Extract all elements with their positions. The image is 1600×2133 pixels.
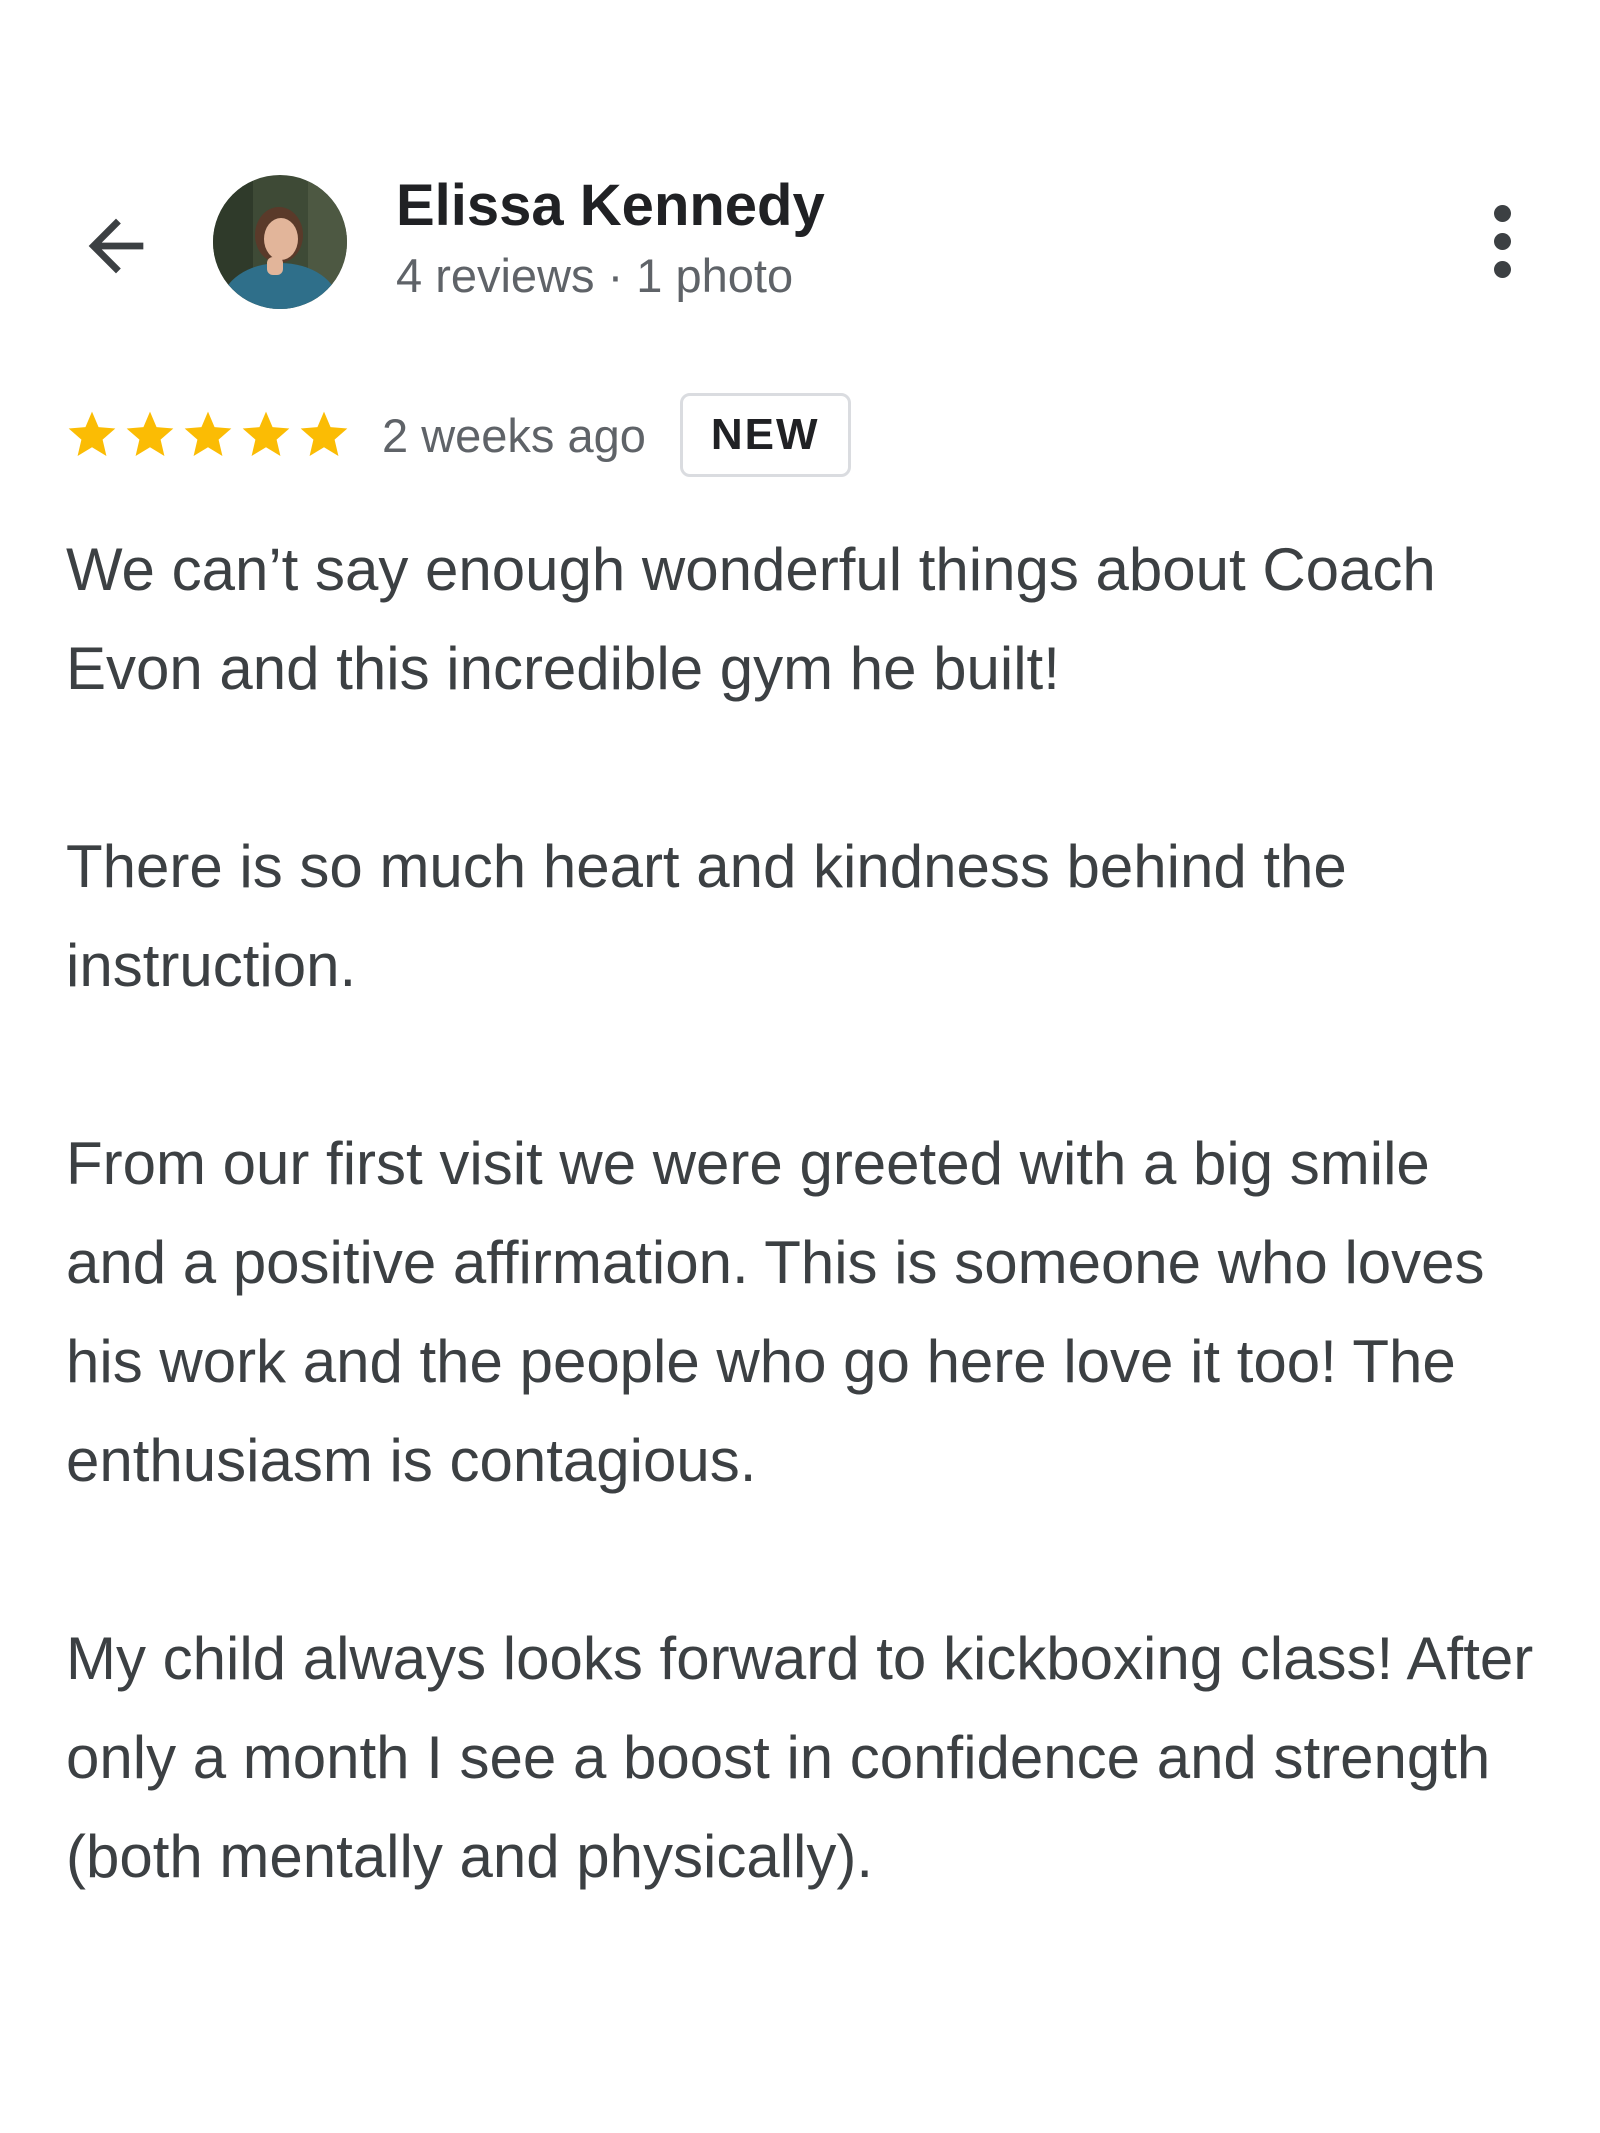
more-vert-icon-dot	[1493, 260, 1511, 278]
more-vert-icon	[1493, 204, 1511, 222]
arrow-back-icon	[88, 218, 144, 274]
review-paragraph: There is so much heart and kindness behi…	[66, 833, 1347, 999]
star-icon	[64, 407, 120, 463]
review-paragraph: From our first visit we were greeted wit…	[66, 1130, 1485, 1494]
review-text: We can’t say enough wonderful things abo…	[66, 520, 1536, 1906]
author-name[interactable]: Elissa Kennedy	[396, 172, 825, 239]
new-badge: NEW	[679, 393, 851, 477]
star-icon	[238, 407, 294, 463]
star-rating	[64, 407, 352, 463]
star-icon	[180, 407, 236, 463]
review-header: Elissa Kennedy 4 reviews · 1 photo	[0, 0, 1600, 340]
review-time: 2 weeks ago	[382, 408, 646, 462]
rating-row: 2 weeks ago NEW	[64, 390, 851, 480]
back-button[interactable]	[66, 196, 166, 296]
more-options-button[interactable]	[1462, 196, 1542, 286]
avatar[interactable]	[213, 175, 347, 309]
star-icon	[122, 407, 178, 463]
profile-photo	[213, 175, 347, 309]
more-vert-icon-dot	[1493, 232, 1511, 250]
author-meta: 4 reviews · 1 photo	[396, 249, 794, 302]
star-icon	[296, 407, 352, 463]
review-paragraph: My child always looks forward to kickbox…	[66, 1625, 1534, 1890]
review-paragraph: We can’t say enough wonderful things abo…	[66, 536, 1436, 702]
